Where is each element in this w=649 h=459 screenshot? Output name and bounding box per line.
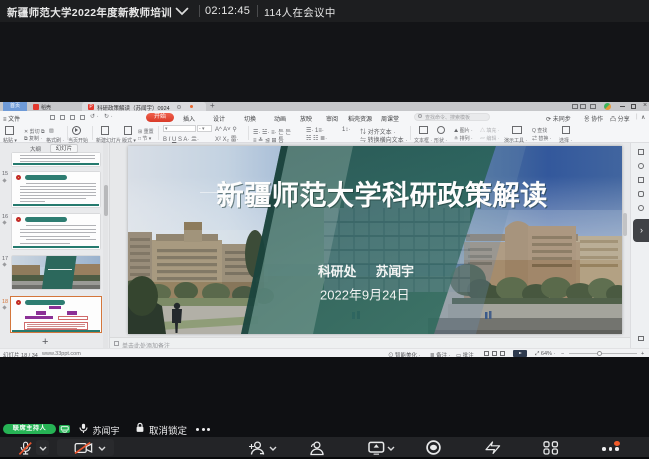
svg-text:新疆师范大学科研政策解读: 新疆师范大学科研政策解读	[216, 180, 547, 211]
svg-text:2022年9月24日: 2022年9月24日	[320, 288, 410, 303]
svg-text:科研处 苏闻宇: 科研处 苏闻宇	[318, 264, 414, 279]
